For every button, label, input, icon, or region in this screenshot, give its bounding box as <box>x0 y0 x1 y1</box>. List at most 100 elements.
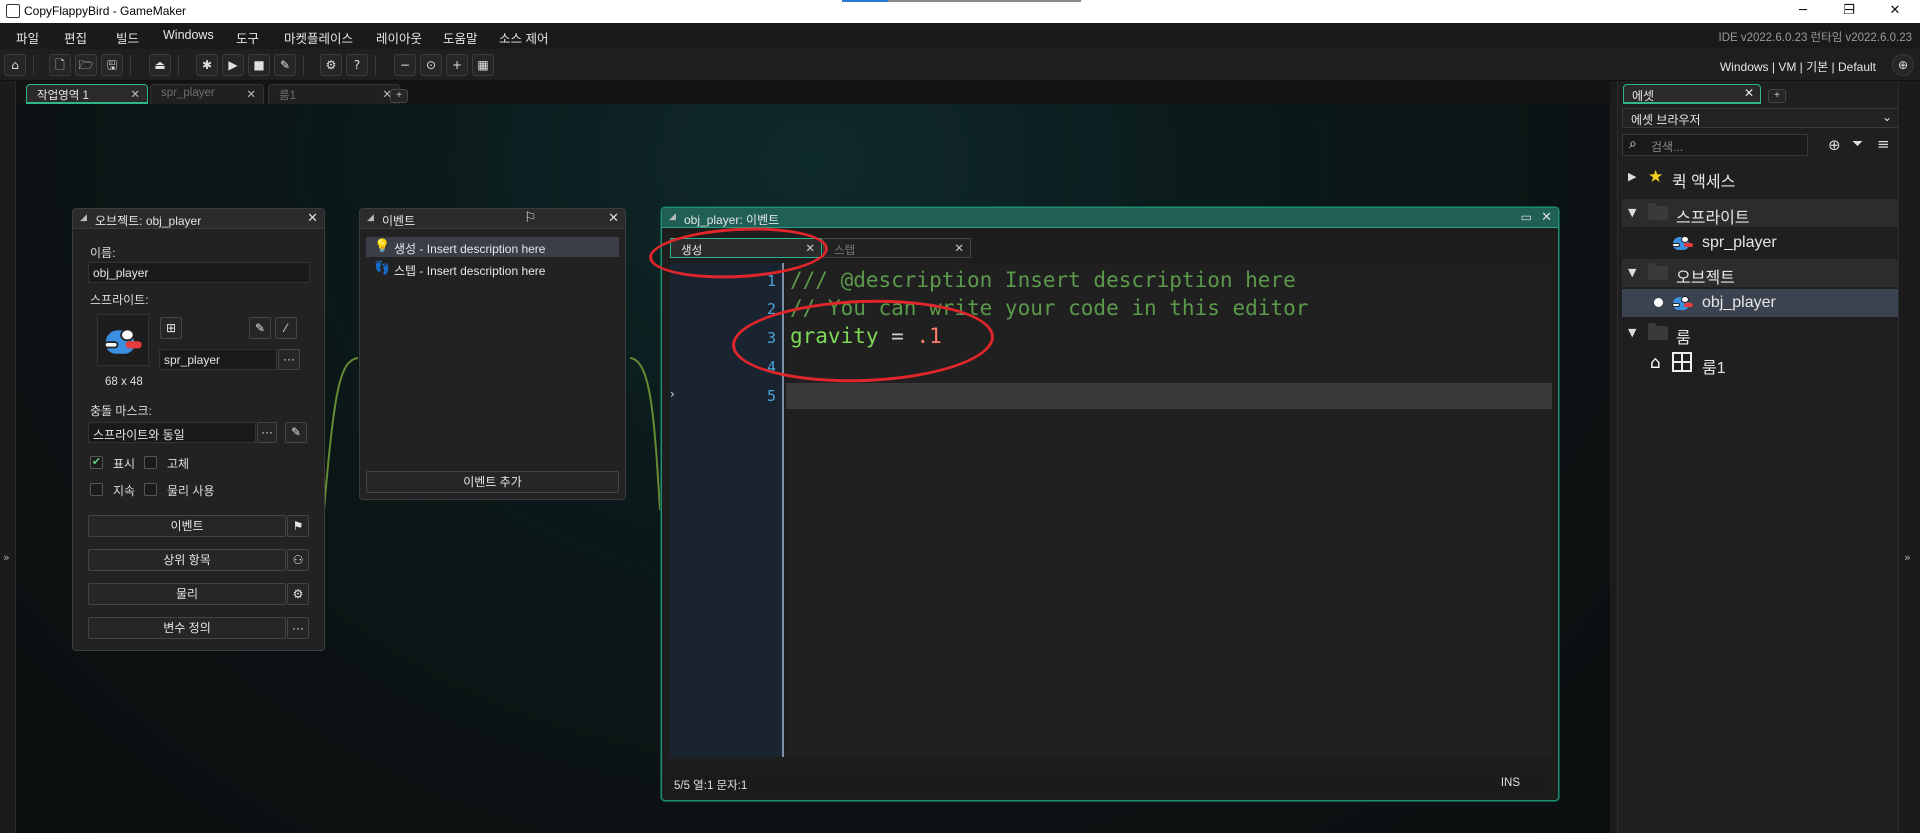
minimize-button-alt[interactable]: ─ <box>1780 0 1826 23</box>
solid-checkbox[interactable] <box>144 456 157 469</box>
name-label: 이름: <box>90 246 116 260</box>
run-icon[interactable]: ▶ <box>222 54 244 76</box>
variable-definitions-button[interactable]: 변수 정의 <box>88 617 286 639</box>
filter-icon[interactable]: ⏷ <box>1852 136 1863 152</box>
expand-icon[interactable]: ▶ <box>1628 170 1636 183</box>
collapse-icon[interactable]: ▼ <box>1628 266 1636 279</box>
menu-source-control[interactable]: 소스 제어 <box>499 28 548 47</box>
tab-spr-player[interactable]: spr_player ✕ <box>150 84 264 104</box>
expand-right-icon[interactable]: » <box>1904 551 1911 564</box>
code-panel-header[interactable]: ◢ obj_player: 이벤트 ▭ ✕ <box>662 208 1558 228</box>
left-dock-strip[interactable]: » <box>0 81 16 833</box>
collision-mask-field[interactable]: 스프라이트와 동일 <box>88 422 256 443</box>
sprite-select-field[interactable]: spr_player <box>159 349 277 370</box>
tab-assets[interactable]: 에셋 ✕ <box>1623 84 1761 104</box>
collapse-icon[interactable]: ▼ <box>1628 326 1636 339</box>
close-icon[interactable]: ✕ <box>608 211 619 226</box>
sprites-group[interactable]: ▼ 스프라이트 <box>1622 199 1899 227</box>
asset-browser-dropdown[interactable]: 에셋 브라우저 ⌄ <box>1622 108 1899 128</box>
collapse-icon[interactable]: ▼ <box>1628 206 1636 219</box>
zoom-out-icon[interactable]: − <box>394 54 416 76</box>
expand-left-icon[interactable]: » <box>3 551 10 564</box>
game-options-icon[interactable]: ⚙ <box>320 54 342 76</box>
flag-icon[interactable]: ⚑ <box>287 515 309 537</box>
close-icon[interactable]: ✕ <box>1744 86 1754 100</box>
collapse-icon[interactable]: ◢ <box>367 213 374 223</box>
clean-icon[interactable]: ✎ <box>274 54 296 76</box>
object-name-field[interactable]: obj_player <box>88 262 310 283</box>
menu-file[interactable]: 파일 <box>16 28 39 47</box>
lightbulb-icon: 💡 <box>374 239 391 254</box>
close-window-button[interactable]: ✕ <box>1872 0 1918 23</box>
new-project-icon[interactable]: 🗋 <box>49 54 71 76</box>
open-project-icon[interactable]: 🗁 <box>75 54 97 76</box>
stop-icon[interactable]: ■ <box>248 54 270 76</box>
edit-mask-icon[interactable]: ✎ <box>285 422 307 443</box>
right-dock-strip[interactable]: » <box>1898 81 1920 833</box>
rooms-group[interactable]: ▼ 룸 <box>1622 319 1899 347</box>
export-icon[interactable]: ⏏ <box>149 54 171 76</box>
tab-room-1[interactable]: 룸1 ✕ <box>268 84 400 104</box>
variables-more-button[interactable]: ··· <box>287 617 309 639</box>
visible-checkbox[interactable]: ✔ <box>90 456 103 469</box>
close-icon[interactable]: ✕ <box>246 87 256 101</box>
menu-tools[interactable]: 도구 <box>236 28 259 47</box>
quick-access-label: 퀵 액세스 <box>1672 174 1736 191</box>
new-sprite-icon[interactable]: ⊞ <box>160 317 182 339</box>
debug-icon[interactable]: ✱ <box>196 54 218 76</box>
asset-spr-player[interactable]: spr_player <box>1622 229 1899 257</box>
physics-checkbox[interactable] <box>144 483 157 496</box>
create-asset-icon[interactable]: ⊕ <box>1828 136 1841 154</box>
asset-room-1[interactable]: ⌂ 룸1 <box>1622 349 1899 377</box>
events-panel-header[interactable]: ◢ 이벤트 ⚐ ✕ <box>360 209 625 229</box>
add-dock-tab-button[interactable]: + <box>1768 89 1786 103</box>
tab-workspace-1[interactable]: 작업영역 1 ✕ <box>26 84 148 104</box>
close-icon[interactable]: ✕ <box>954 241 964 255</box>
asset-search-input[interactable]: ⌕ 검색... <box>1622 134 1808 156</box>
sprite-browse-button[interactable]: ··· <box>278 349 300 370</box>
menu-build[interactable]: 빌드 <box>116 28 139 47</box>
persistent-checkbox[interactable] <box>90 483 103 496</box>
add-event-button[interactable]: 이벤트 추가 <box>366 471 619 493</box>
object-panel-header[interactable]: ◢ 오브젝트: obj_player ✕ <box>73 209 324 229</box>
maximize-icon[interactable]: ▭ <box>1521 210 1532 224</box>
help-icon[interactable]: ? <box>346 54 368 76</box>
zoom-in-icon[interactable]: + <box>446 54 468 76</box>
menu-edit[interactable]: 편집 <box>64 28 87 47</box>
target-selector[interactable]: Windows | VM | 기본 | Default <box>1720 58 1876 75</box>
menu-windows[interactable]: Windows <box>163 28 214 42</box>
gear-icon[interactable]: ⚙ <box>287 583 309 605</box>
menu-marketplace[interactable]: 마켓플레이스 <box>284 28 353 47</box>
collapse-icon[interactable]: ◢ <box>669 212 676 222</box>
parent-button[interactable]: 상위 항목 <box>88 549 286 571</box>
menu-layout[interactable]: 레이아웃 <box>376 28 422 47</box>
event-step[interactable]: 👣 스텝 - Insert description here <box>366 259 619 279</box>
menu-help[interactable]: 도움말 <box>443 28 478 47</box>
collision-browse-button[interactable]: ··· <box>257 422 277 443</box>
objects-label: 오브젝트 <box>1676 270 1735 287</box>
brush-icon[interactable]: ⁄ <box>275 317 297 339</box>
edit-sprite-icon[interactable]: ✎ <box>249 317 271 339</box>
add-workspace-button[interactable]: + <box>390 89 408 103</box>
toolbar-separator <box>178 55 179 75</box>
target-settings-icon[interactable]: ⊕ <box>1892 54 1914 76</box>
parent-icon[interactable]: ⚇ <box>287 549 309 571</box>
objects-group[interactable]: ▼ 오브젝트 <box>1622 259 1899 287</box>
events-button[interactable]: 이벤트 <box>88 515 286 537</box>
close-icon[interactable]: ✕ <box>1541 210 1552 225</box>
asset-obj-player[interactable]: obj_player <box>1622 289 1899 317</box>
physics-button[interactable]: 물리 <box>88 583 286 605</box>
close-icon[interactable]: ✕ <box>307 211 318 226</box>
maximize-button[interactable]: ❐ <box>1826 0 1872 23</box>
grid-icon[interactable]: ▦ <box>472 54 494 76</box>
quick-access-group[interactable]: ▶ ★ 퀵 액세스 <box>1622 163 1899 191</box>
flag-icon[interactable]: ⚐ <box>524 210 537 226</box>
zoom-reset-icon[interactable]: ⊙ <box>420 54 442 76</box>
close-icon[interactable]: ✕ <box>130 87 140 101</box>
collapse-icon[interactable]: ◢ <box>80 213 87 223</box>
home-icon[interactable]: ⌂ <box>4 54 26 76</box>
save-icon[interactable]: 🖫 <box>101 54 123 76</box>
menu-icon[interactable]: ≡ <box>1877 135 1890 153</box>
event-create[interactable]: 💡 생성 - Insert description here <box>366 237 619 257</box>
tab-step-event[interactable]: 스텝 ✕ <box>823 238 971 258</box>
